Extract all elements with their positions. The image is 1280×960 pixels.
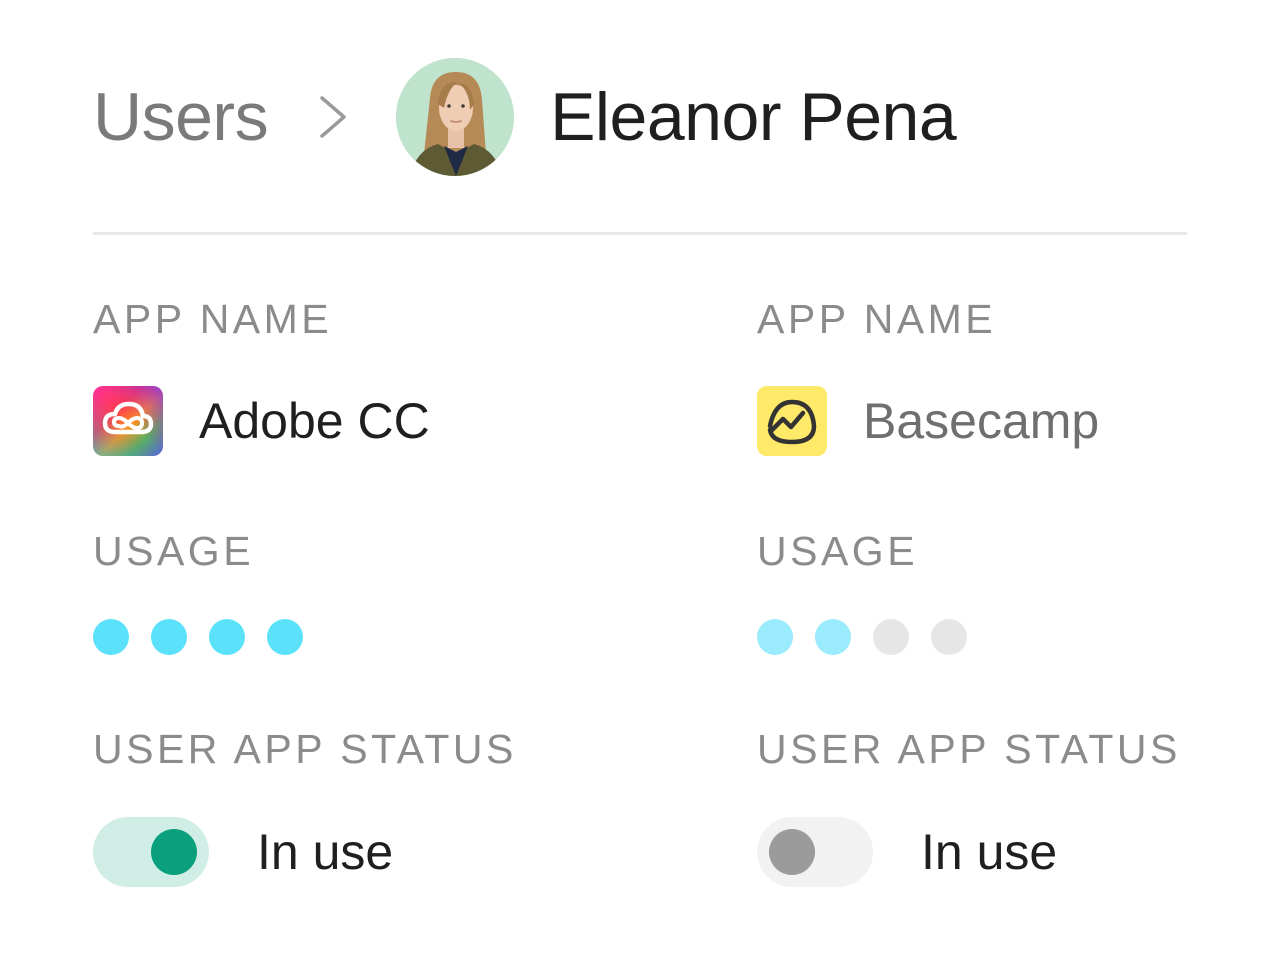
chevron-right-icon	[318, 94, 348, 140]
app-name-label: APP NAME	[757, 296, 997, 342]
page-title: Eleanor Pena	[550, 79, 957, 155]
toggle-knob	[769, 829, 815, 875]
user-app-status-label: USER APP STATUS	[757, 726, 1181, 772]
usage-dot-filled	[209, 619, 245, 655]
app-name-label: APP NAME	[93, 296, 333, 342]
usage-dot-empty	[931, 619, 967, 655]
user-app-status-label: USER APP STATUS	[93, 726, 517, 772]
header-divider	[93, 232, 1187, 235]
status-text: In use	[921, 824, 1058, 880]
usage-dot-filled	[815, 619, 851, 655]
usage-dot-filled	[757, 619, 793, 655]
usage-label: USAGE	[757, 528, 919, 574]
usage-indicator	[93, 619, 325, 655]
toggle-knob	[151, 829, 197, 875]
app-name-value: Adobe CC	[199, 393, 430, 449]
breadcrumb: Users Eleanor Pena	[93, 58, 957, 176]
usage-dot-filled	[151, 619, 187, 655]
usage-label: USAGE	[93, 528, 255, 574]
status-toggle-off[interactable]	[757, 817, 873, 887]
status-toggle-on[interactable]	[93, 817, 209, 887]
status-row: In use	[93, 817, 393, 887]
app-name-value: Basecamp	[863, 393, 1100, 449]
status-row: In use	[757, 817, 1057, 887]
status-text: In use	[257, 824, 394, 880]
usage-indicator	[757, 619, 989, 655]
adobe-creative-cloud-icon	[93, 386, 163, 456]
user-avatar	[396, 58, 515, 176]
usage-dot-empty	[873, 619, 909, 655]
usage-dot-filled	[267, 619, 303, 655]
app-name-row: Adobe CC	[93, 386, 430, 456]
usage-dot-filled	[93, 619, 129, 655]
basecamp-icon	[757, 386, 827, 456]
app-name-row: Basecamp	[757, 386, 1099, 456]
breadcrumb-users-link[interactable]: Users	[93, 83, 269, 151]
